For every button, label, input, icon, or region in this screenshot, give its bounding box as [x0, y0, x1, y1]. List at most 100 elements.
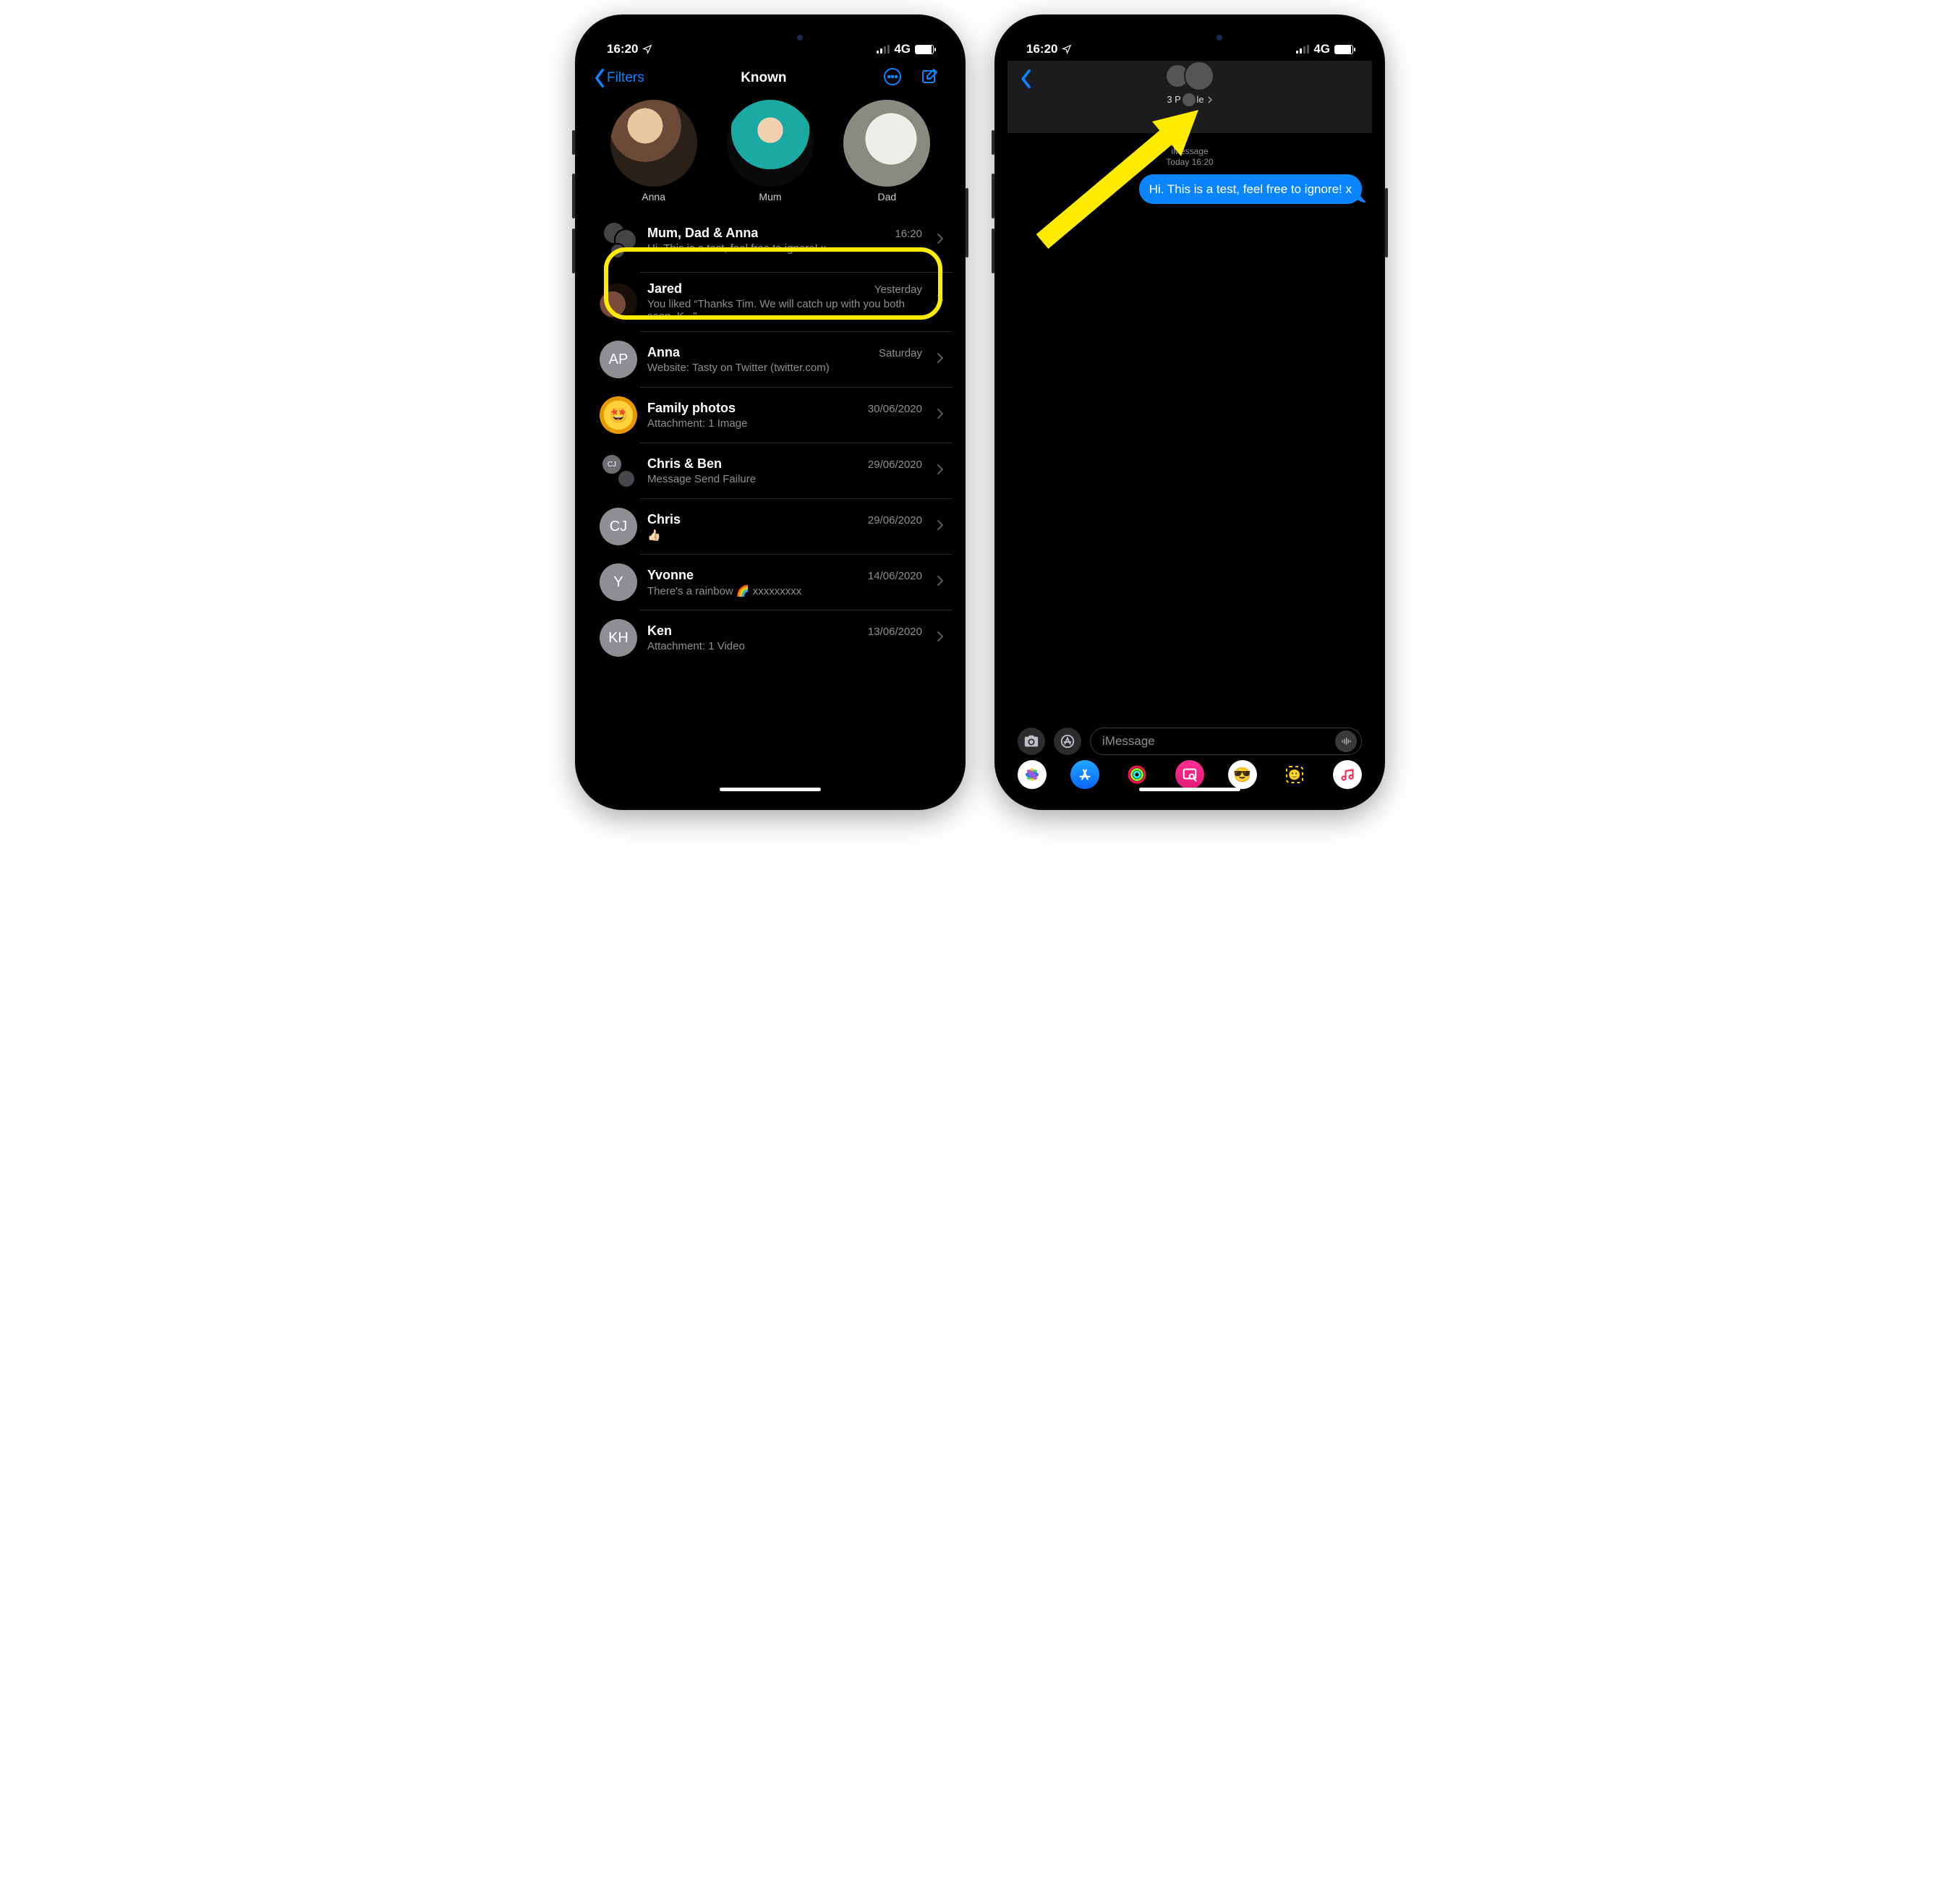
search-images-app-icon[interactable]: [1175, 760, 1204, 789]
conversation-row[interactable]: 🤩 Family photos 30/06/2020 Attachment: 1…: [588, 388, 953, 443]
conversation-preview: Attachment: 1 Video: [647, 640, 922, 652]
input-bar: iMessage: [1007, 725, 1372, 758]
conversation-name: Chris & Ben: [647, 456, 722, 472]
sent-message-bubble[interactable]: Hi. This is a test, feel free to ignore!…: [1139, 174, 1362, 204]
conversation-row[interactable]: KH Ken 13/06/2020 Attachment: 1 Video: [588, 610, 953, 665]
conversation-name: Yvonne: [647, 568, 694, 583]
filters-button[interactable]: Filters: [592, 68, 644, 88]
appstore-strip-icon[interactable]: [1070, 760, 1099, 789]
audio-record-button[interactable]: [1335, 730, 1357, 752]
message-input[interactable]: iMessage: [1090, 728, 1362, 755]
pinned-contact-dad[interactable]: Dad: [843, 100, 930, 203]
more-button[interactable]: [883, 67, 902, 90]
waveform-icon: [1340, 736, 1352, 747]
image-search-icon: [1182, 767, 1198, 783]
conversation-time: 29/06/2020: [868, 459, 922, 471]
music-note-icon: [1340, 767, 1355, 782]
music-app-icon[interactable]: [1333, 760, 1362, 789]
conversation-list[interactable]: Mum, Dad & Anna 16:20 Hi. This is a test…: [588, 208, 953, 665]
pinned-label: Mum: [759, 191, 781, 203]
avatar: [843, 100, 930, 187]
activity-app-icon[interactable]: [1122, 760, 1151, 789]
conversation-time: Yesterday: [874, 284, 922, 296]
appstore-button[interactable]: [1054, 728, 1081, 755]
compose-icon: [921, 67, 939, 86]
avatar: [600, 284, 637, 321]
pinned-label: Anna: [642, 191, 665, 203]
photos-icon: [1023, 765, 1041, 784]
conversation-row[interactable]: AP Anna Saturday Website: Tasty on Twitt…: [588, 332, 953, 387]
conversation-preview: You liked “Thanks Tim. We will catch up …: [647, 298, 922, 323]
battery-icon: [915, 45, 934, 54]
conversation-time: Saturday: [879, 347, 922, 359]
signal-icon: [1296, 45, 1309, 54]
chevron-right-icon: [1207, 95, 1213, 104]
avatar: CJ: [600, 452, 637, 490]
avatar: AP: [600, 341, 637, 378]
camera-button[interactable]: [1018, 728, 1045, 755]
photos-app-icon[interactable]: [1018, 760, 1047, 789]
message-placeholder: iMessage: [1102, 734, 1155, 749]
svg-text:🙂: 🙂: [1289, 769, 1301, 780]
service-label: iMessage: [1018, 146, 1362, 156]
app-strip[interactable]: 😎 🙂: [1007, 759, 1372, 790]
animoji-app-icon[interactable]: 🙂: [1280, 760, 1309, 789]
conversation-time: 16:20: [895, 228, 922, 240]
conversation-preview: Website: Tasty on Twitter (twitter.com): [647, 362, 922, 374]
avatar: CJ: [600, 508, 637, 545]
chevron-left-icon: [592, 68, 607, 88]
network-label: 4G: [1313, 42, 1330, 56]
notch: [694, 27, 846, 51]
avatar: [610, 100, 697, 187]
conversation-row[interactable]: Y Yvonne 14/06/2020 There's a rainbow 🌈 …: [588, 555, 953, 610]
chevron-right-icon: [937, 464, 944, 479]
pinned-row: Anna Mum Dad: [588, 95, 953, 208]
back-button[interactable]: [1018, 64, 1034, 93]
phone-frame-right: 16:20 4G 3 People: [994, 14, 1385, 810]
avatar: [727, 100, 814, 187]
chevron-right-icon: [937, 519, 944, 534]
memoji-app-icon[interactable]: 😎: [1228, 760, 1257, 789]
pinned-contact-anna[interactable]: Anna: [610, 100, 697, 203]
camera-icon: [1023, 733, 1039, 749]
filters-label: Filters: [607, 70, 644, 86]
appstore-icon: [1060, 733, 1075, 749]
conversation-time: 29/06/2020: [868, 514, 922, 527]
home-indicator[interactable]: [1139, 788, 1240, 791]
avatar: KH: [600, 619, 637, 657]
chevron-right-icon: [937, 408, 944, 423]
animoji-icon: 🙂: [1282, 762, 1307, 787]
avatar: [600, 221, 637, 259]
chevron-left-icon: [1018, 68, 1034, 90]
battery-icon: [1334, 45, 1353, 54]
conversation-preview: Message Send Failure: [647, 473, 922, 485]
chevron-right-icon: [937, 352, 944, 367]
conversation-name: Jared: [647, 281, 682, 297]
conversation-row[interactable]: CJ Chris & Ben 29/06/2020 Message Send F…: [588, 443, 953, 498]
chat-scroll-area[interactable]: iMessage Today 16:20 Hi. This is a test,…: [1007, 133, 1372, 716]
location-icon: [642, 44, 652, 54]
chevron-right-icon: [937, 631, 944, 646]
conversation-row[interactable]: CJ Chris 29/06/2020 👍🏻: [588, 499, 953, 554]
conversation-time: 14/06/2020: [868, 570, 922, 582]
status-time: 16:20: [607, 42, 638, 56]
page-title: Known: [741, 70, 786, 86]
pinned-contact-mum[interactable]: Mum: [727, 100, 814, 203]
home-indicator[interactable]: [720, 788, 821, 791]
conversation-preview: Hi. This is a test, feel free to ignore!…: [647, 242, 922, 255]
conversation-name: Mum, Dad & Anna: [647, 226, 758, 241]
conversation-row[interactable]: Jared Yesterday You liked “Thanks Tim. W…: [588, 273, 953, 331]
compose-button[interactable]: [921, 67, 939, 90]
chevron-right-icon: [937, 233, 944, 248]
location-icon: [1062, 44, 1072, 54]
notch: [1114, 27, 1266, 51]
conversation-time: 13/06/2020: [868, 626, 922, 638]
avatar: 🤩: [600, 396, 637, 434]
pinned-label: Dad: [877, 191, 896, 203]
group-avatars: [1165, 61, 1214, 91]
chat-title-button[interactable]: 3 People: [1165, 61, 1214, 105]
conversation-row[interactable]: Mum, Dad & Anna 16:20 Hi. This is a test…: [588, 208, 953, 272]
activity-rings-icon: [1127, 764, 1147, 785]
conversation-preview: There's a rainbow 🌈 xxxxxxxxx: [647, 584, 922, 597]
conversation-name: Anna: [647, 345, 680, 360]
